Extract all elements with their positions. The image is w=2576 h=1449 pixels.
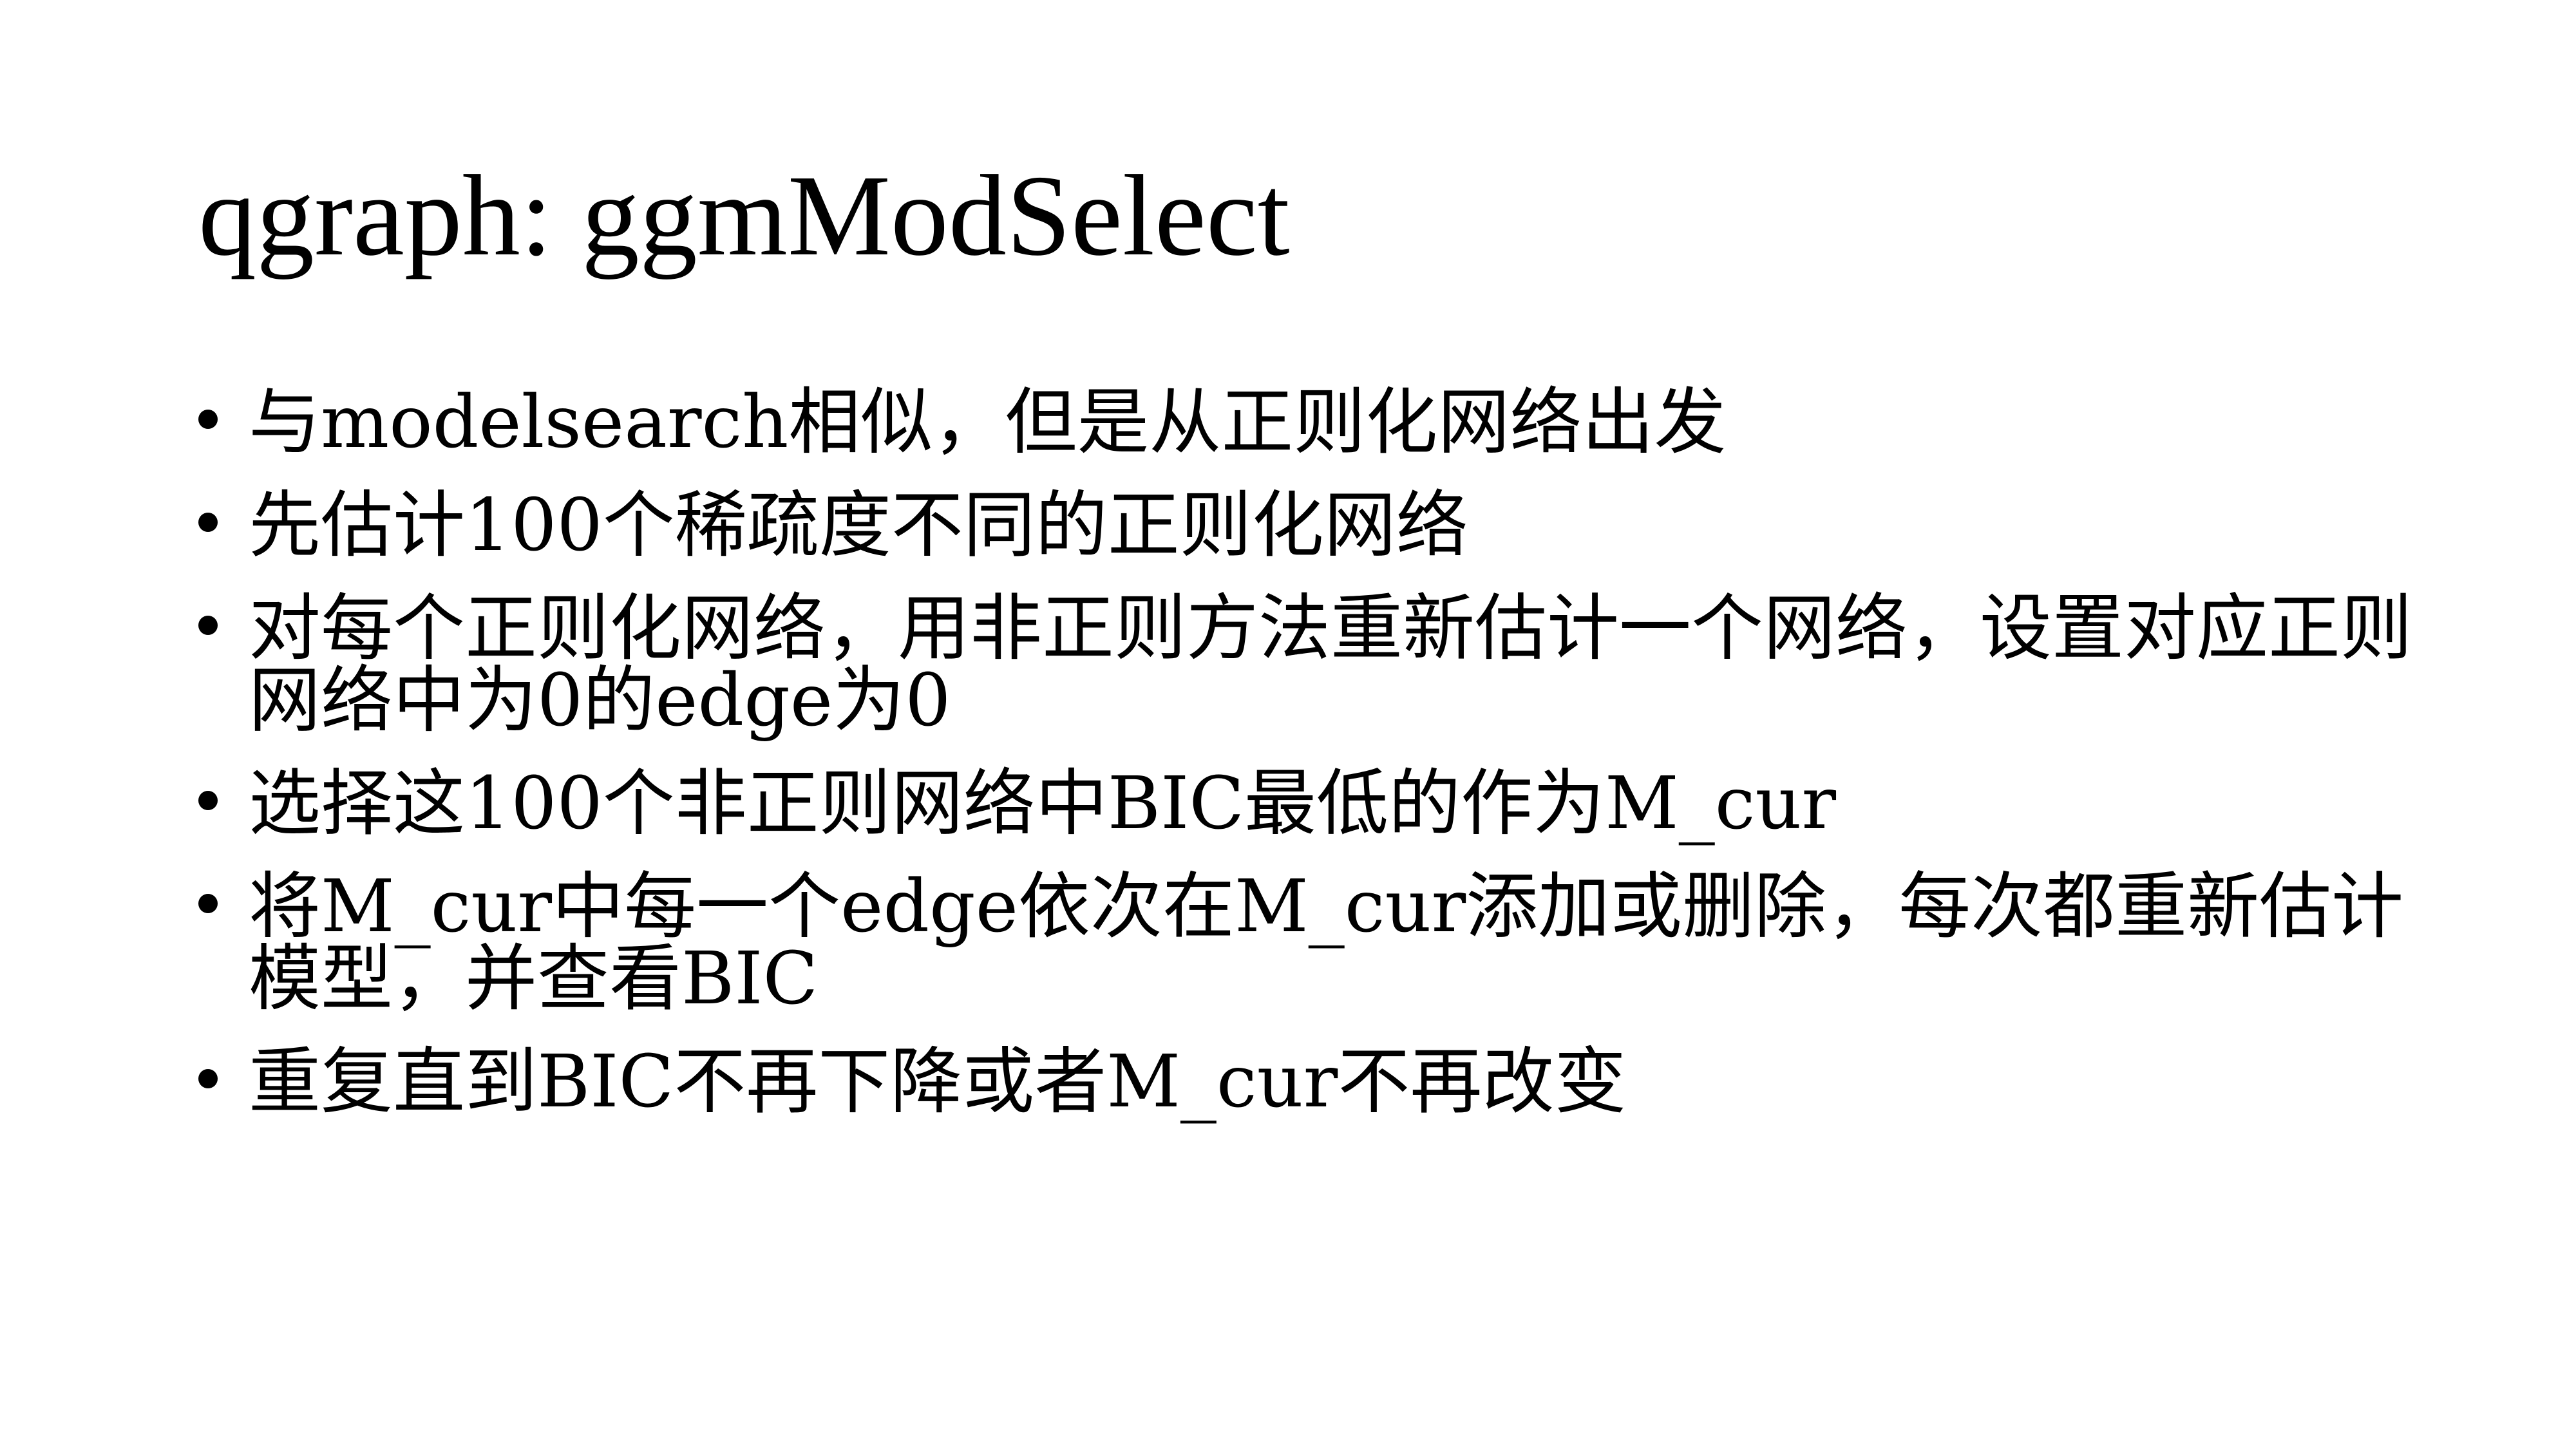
bullet-item: 先估计100个稀疏度不同的正则化网络 [198, 489, 2420, 562]
bullet-dot-icon [198, 1069, 218, 1088]
bullet-text: 与modelsearch相似，但是从正则化网络出发 [249, 381, 1727, 464]
bullet-item: 与modelsearch相似，但是从正则化网络出发 [198, 386, 2420, 459]
bullet-dot-icon [198, 791, 218, 810]
slide: qgraph: ggmModSelect 与modelsearch相似，但是从正… [0, 0, 2576, 1449]
bullet-item: 重复直到BIC不再下降或者M_cur不再改变 [198, 1046, 2420, 1118]
bullet-dot-icon [198, 894, 218, 913]
slide-title: qgraph: ggmModSelect [198, 151, 1290, 279]
bullet-list: 与modelsearch相似，但是从正则化网络出发 先估计100个稀疏度不同的正… [198, 386, 2420, 1149]
bullet-item: 将M_cur中每一个edge依次在M_cur添加或删除，每次都重新估计模型，并查… [198, 871, 2420, 1015]
bullet-text: 选择这100个非正则网络中BIC最低的作为M_cur [249, 762, 1837, 846]
bullet-text: 重复直到BIC不再下降或者M_cur不再改变 [249, 1040, 1627, 1124]
bullet-text: 将M_cur中每一个edge依次在M_cur添加或删除，每次都重新估计模型，并查… [249, 865, 2404, 1021]
bullet-dot-icon [198, 410, 218, 429]
bullet-text: 先估计100个稀疏度不同的正则化网络 [249, 484, 1468, 567]
bullet-item: 选择这100个非正则网络中BIC最低的作为M_cur [198, 768, 2420, 840]
bullet-dot-icon [198, 616, 218, 635]
bullet-dot-icon [198, 513, 218, 532]
bullet-text: 对每个正则化网络，用非正则方法重新估计一个网络，设置对应正则网络中为0的edge… [249, 587, 2412, 743]
bullet-item: 对每个正则化网络，用非正则方法重新估计一个网络，设置对应正则网络中为0的edge… [198, 592, 2420, 737]
